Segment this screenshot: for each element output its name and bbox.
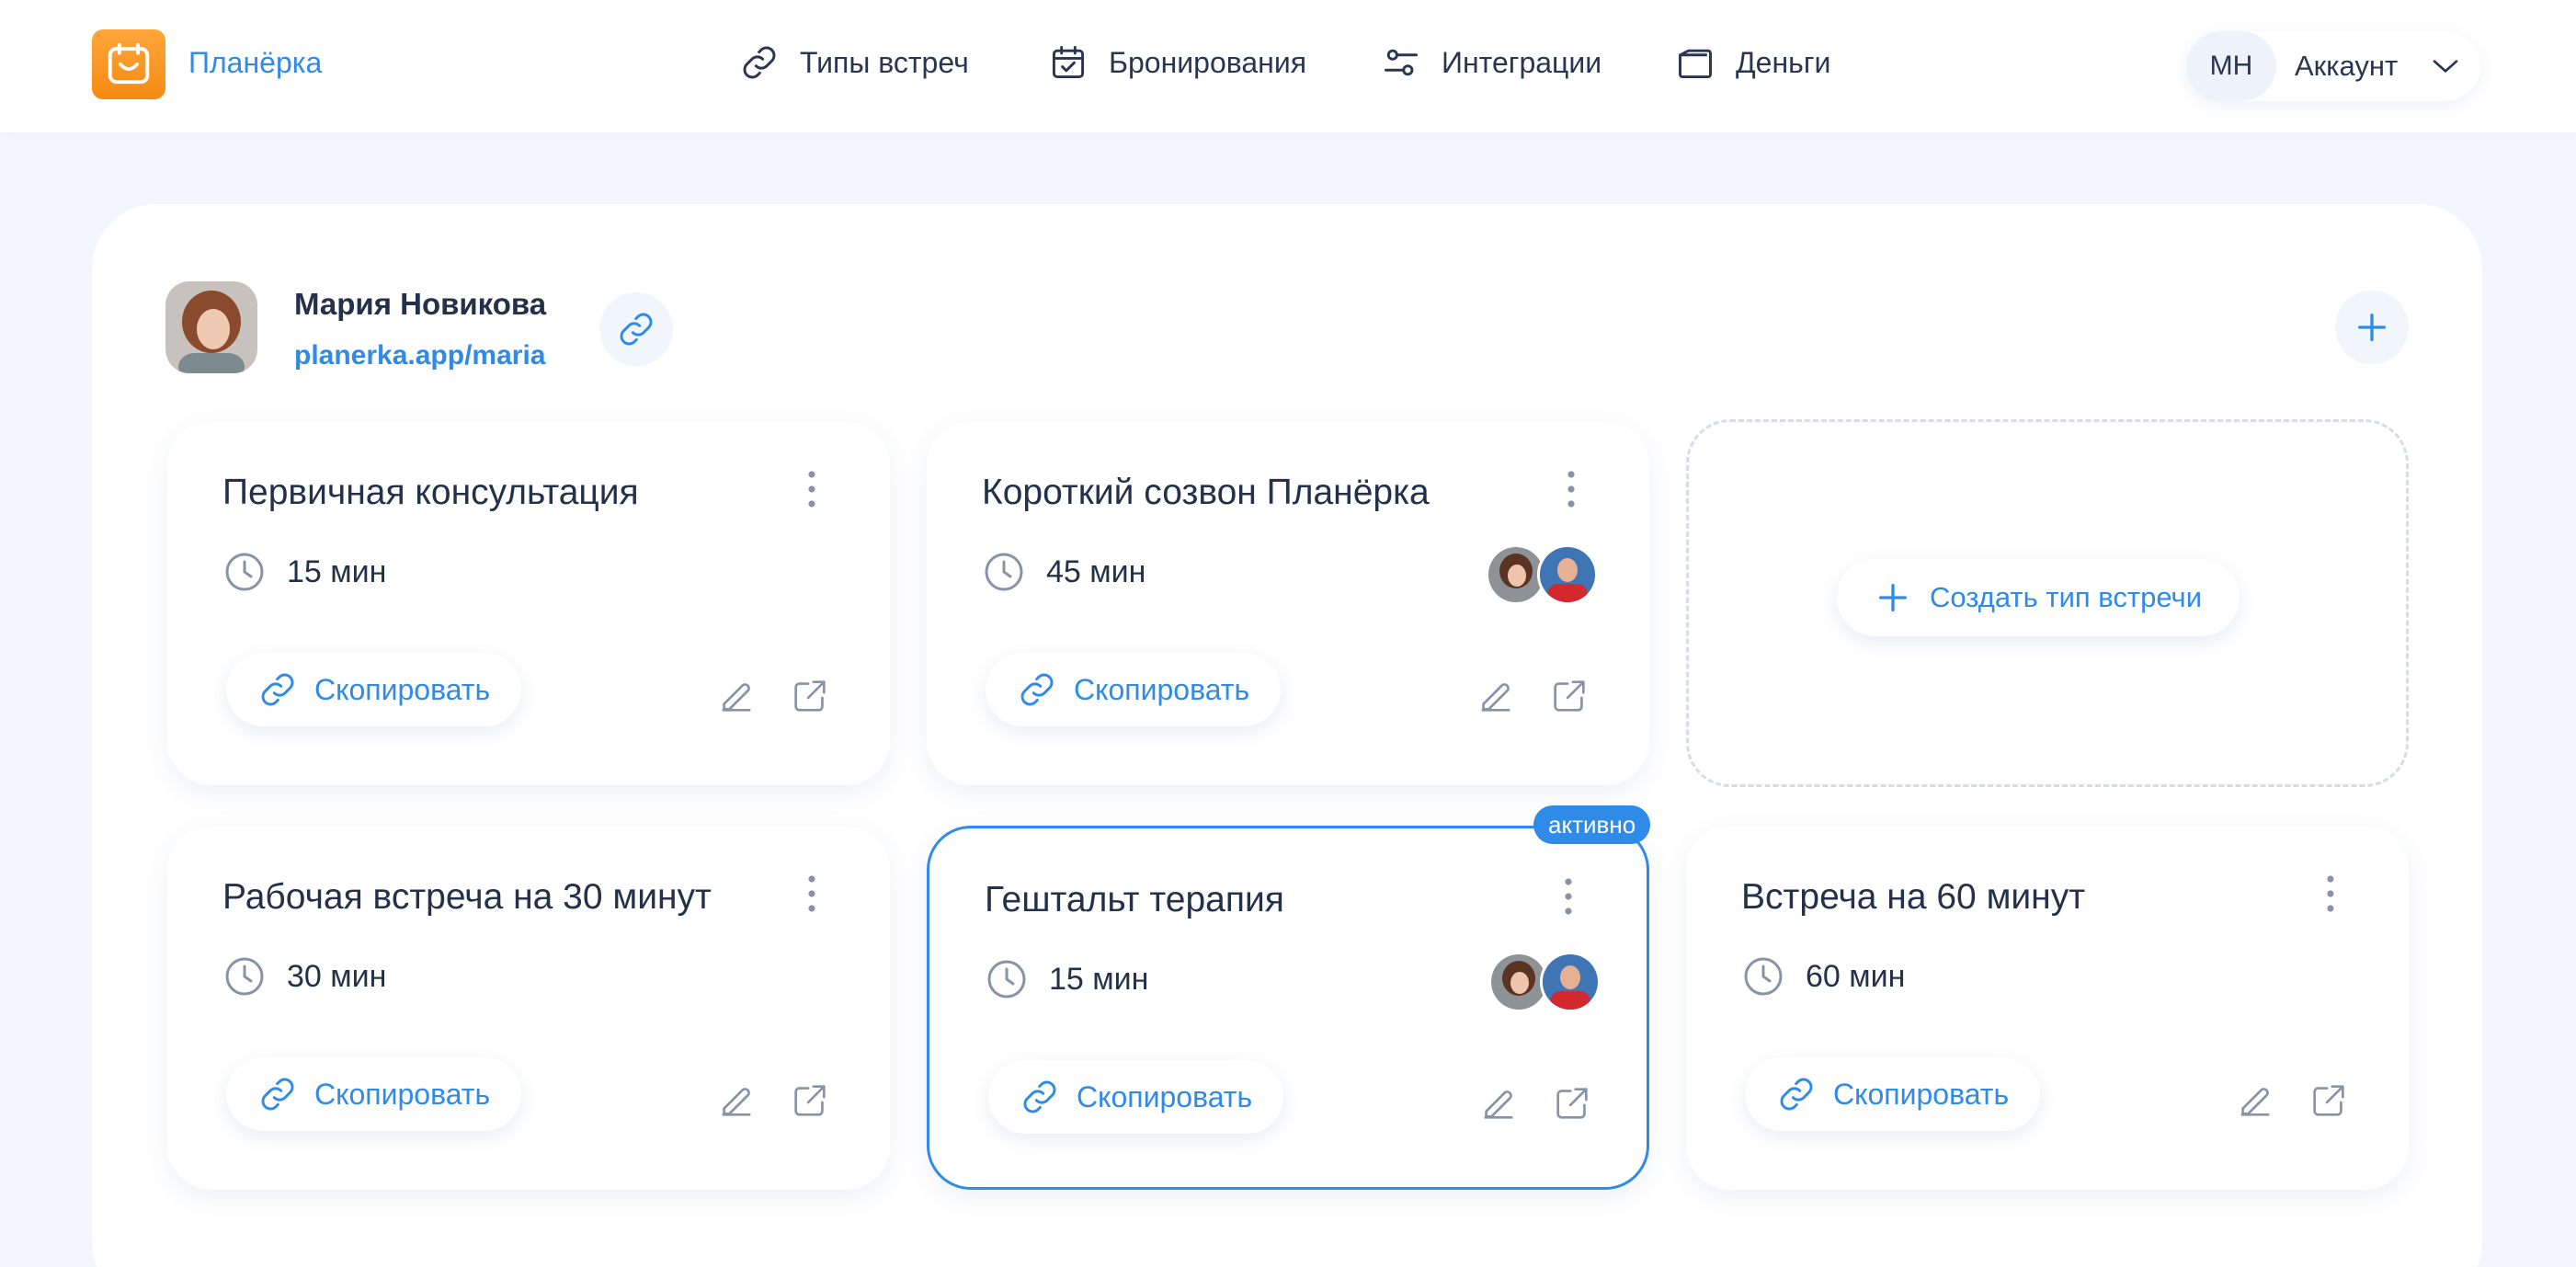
card-title: Короткий созвон Планёрка: [982, 473, 1430, 512]
copy-link-button[interactable]: Скопировать: [1745, 1057, 2041, 1131]
card-title: Гештальт терапия: [985, 880, 1284, 919]
account-initials: МН: [2186, 31, 2276, 101]
nav-label: Интеграции: [1442, 45, 1602, 79]
link-icon: [1780, 1078, 1813, 1111]
participants-avatars: [1486, 544, 1600, 605]
external-link-icon[interactable]: [2308, 1079, 2350, 1122]
meeting-type-card-active[interactable]: Гештальт терапия 15 мин Скопировать: [927, 826, 1649, 1190]
card-title: Рабочая встреча на 30 минут: [222, 877, 712, 917]
user-name: Мария Новикова: [294, 287, 547, 321]
top-header: Планёрка Типы встреч Бронирования Интегр…: [0, 0, 2576, 132]
card-duration: 15 мин: [222, 550, 386, 594]
nav-item-money[interactable]: Деньги: [1675, 42, 1830, 83]
account-label: Аккаунт: [2295, 50, 2399, 82]
external-link-icon[interactable]: [1551, 1082, 1593, 1124]
participants-avatars: [1488, 952, 1602, 1012]
nav-label: Бронирования: [1109, 45, 1307, 79]
add-meeting-type-button[interactable]: [2335, 291, 2409, 364]
meeting-type-card[interactable]: Рабочая встреча на 30 минут 30 мин Скопи…: [167, 826, 890, 1190]
edit-pencil-icon[interactable]: [715, 675, 758, 717]
card-title: Первичная консультация: [222, 473, 639, 512]
clock-icon: [1744, 957, 1783, 996]
duration-label: 30 мин: [287, 958, 387, 994]
duration-label: 60 мин: [1806, 958, 1906, 994]
link-icon: [743, 46, 776, 79]
copy-label: Скопировать: [314, 1077, 491, 1111]
edit-pencil-icon[interactable]: [1477, 1082, 1520, 1124]
duration-label: 15 мин: [1049, 961, 1149, 997]
copy-link-button[interactable]: Скопировать: [226, 653, 522, 726]
more-options-icon[interactable]: [1565, 469, 1578, 509]
more-options-icon[interactable]: [805, 873, 818, 914]
link-icon: [261, 673, 294, 706]
planerka-logo-icon[interactable]: [92, 29, 165, 99]
sliders-icon: [1385, 49, 1418, 76]
copy-link-button[interactable]: Скопировать: [988, 1060, 1284, 1134]
edit-pencil-icon[interactable]: [1475, 675, 1517, 717]
wallet-icon: [1679, 49, 1712, 79]
user-avatar: [165, 281, 257, 373]
account-menu[interactable]: МН Аккаунт: [2186, 31, 2480, 101]
copy-profile-link-button[interactable]: [599, 292, 673, 366]
participant-avatar: [1537, 544, 1598, 605]
link-icon: [620, 313, 653, 346]
card-duration: 15 мин: [985, 957, 1148, 1001]
edit-pencil-icon[interactable]: [2234, 1079, 2276, 1122]
copy-label: Скопировать: [1077, 1079, 1253, 1113]
clock-icon: [987, 960, 1026, 999]
meeting-type-card[interactable]: Первичная консультация 15 мин Скопироват…: [167, 421, 890, 785]
plus-icon: [1878, 584, 1907, 611]
more-options-icon[interactable]: [805, 469, 818, 509]
link-icon: [1023, 1080, 1056, 1113]
plus-icon: [2358, 314, 2386, 341]
nav-item-meeting-types[interactable]: Типы встреч: [739, 42, 969, 83]
nav-label: Деньги: [1736, 45, 1831, 79]
link-icon: [1020, 673, 1054, 706]
create-meeting-type-button[interactable]: Создать тип встречи: [1837, 559, 2240, 636]
active-status-badge: активно: [1533, 805, 1651, 844]
clock-icon: [225, 957, 264, 996]
clock-icon: [985, 553, 1023, 591]
chevron-down-icon: [2433, 60, 2458, 73]
card-duration: 60 мин: [1741, 954, 1905, 999]
nav-item-integrations[interactable]: Интеграции: [1381, 42, 1601, 83]
copy-label: Скопировать: [1833, 1077, 2010, 1111]
user-profile-link[interactable]: planerka.app/maria: [294, 340, 545, 371]
link-icon: [261, 1078, 294, 1111]
more-options-icon[interactable]: [1562, 876, 1575, 917]
copy-link-button[interactable]: Скопировать: [986, 653, 1282, 726]
external-link-icon[interactable]: [789, 675, 831, 717]
create-label: Создать тип встречи: [1929, 581, 2203, 613]
external-link-icon[interactable]: [1548, 675, 1590, 717]
clock-icon: [225, 553, 264, 591]
copy-label: Скопировать: [314, 672, 491, 706]
copy-label: Скопировать: [1074, 672, 1250, 706]
meeting-type-card[interactable]: Короткий созвон Планёрка 45 мин Скопиров…: [927, 421, 1649, 785]
duration-label: 15 мин: [287, 554, 387, 589]
nav-label: Типы встреч: [800, 45, 969, 79]
participant-avatar: [1540, 952, 1601, 1012]
duration-label: 45 мин: [1046, 554, 1146, 589]
nav-item-bookings[interactable]: Бронирования: [1048, 42, 1306, 83]
meeting-type-card[interactable]: Встреча на 60 минут 60 мин Скопировать: [1686, 826, 2409, 1190]
more-options-icon[interactable]: [2324, 873, 2337, 914]
card-duration: 45 мин: [982, 550, 1146, 594]
edit-pencil-icon[interactable]: [715, 1079, 758, 1122]
card-title: Встреча на 60 минут: [1741, 877, 2086, 917]
external-link-icon[interactable]: [789, 1079, 831, 1122]
brand-name[interactable]: Планёрка: [188, 46, 322, 80]
card-duration: 30 мин: [222, 954, 386, 999]
copy-link-button[interactable]: Скопировать: [226, 1057, 522, 1131]
calendar-check-icon: [1052, 46, 1085, 79]
